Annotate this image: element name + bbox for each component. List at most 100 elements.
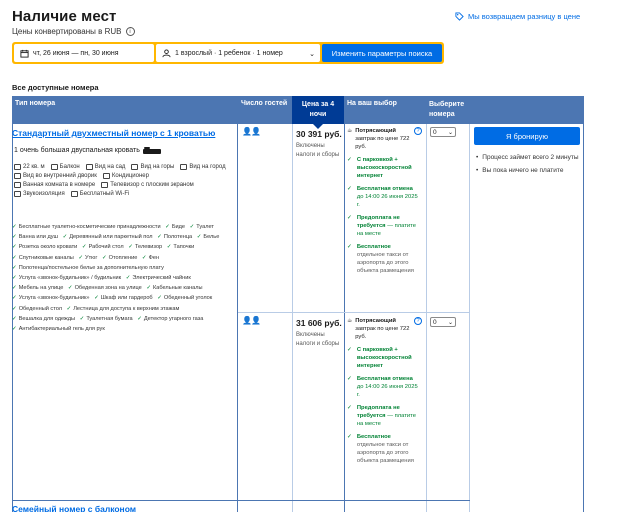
amenity-item: ✓ Тапочки [167,244,194,250]
bed-icon [142,146,161,154]
table-header: Тип номера Число гостей Цена за 4 ночи Н… [12,96,584,129]
amenity-label: Кабельные каналы [153,285,203,292]
breakfast-text: завтрак по цене 722 руб. [355,136,410,150]
th-price: Цена за 4 ночи [292,96,344,129]
amenity-item: ✓ Отопление [102,255,137,261]
amenity-item: ✓ Лестница для доступа к верхним этажам [67,306,180,312]
select-value: 0 [433,128,437,136]
room-name-link[interactable]: Семейный номер с балконом [12,504,136,512]
amenity-item: ✓ Электрический чайник [126,275,191,281]
taxi-item: ✓ Бесплатное отдельное такси от аэропорта… [347,433,425,465]
room-name-link[interactable]: Стандартный двухместный номер с 1 кроват… [12,128,215,138]
check-icon: ✓ [67,285,73,292]
feature-item: Вид на сад [85,164,126,170]
check-icon: ✓ [128,244,133,251]
price-value: 31 606 руб. [296,318,342,328]
person-icon [162,48,171,57]
check-icon: ✓ [189,224,195,230]
breakfast-text: завтрак по цене 722 руб. [355,326,410,340]
prepay-item: ✓ Предоплата не требуется — платите на ме… [347,214,425,238]
price-match-link[interactable]: Мы возвращаем разницу в цене [455,12,580,21]
feature-label: Телевизор с плоским экраном [110,182,194,188]
price-match-text: Мы возвращаем разницу в цене [468,12,581,21]
amenity-item: ✓ Услуга «звонок-будильник» / будильник [12,275,121,281]
check-icon: ✓ [196,234,202,241]
info-icon[interactable]: i [125,27,135,36]
parking-text: С парковкой + высокоскоростной интернет [356,157,412,179]
check-icon: ✓ [12,264,17,271]
amenity-label: Обеденный уголок [163,295,213,302]
check-icon: ✓ [12,234,17,241]
taxi-item: ✓ Бесплатное отдельное такси от аэропорта… [347,243,425,275]
help-icon[interactable]: ? [414,317,422,325]
date-range-text: чт, 26 июня — пн, 30 июня [33,49,119,57]
th-guests: Число гостей [241,100,288,107]
feature-label: Вид на город [189,164,226,170]
calendar-icon [20,49,29,58]
city-view-icon [180,164,188,170]
check-icon: ✓ [146,285,151,292]
date-picker[interactable]: чт, 26 июня — пн, 30 июня [14,44,154,62]
check-icon: ✓ [347,186,352,192]
feature-item: Вид на город [180,164,226,170]
amenity-item: ✓ Полотенца/постельное белье за дополните… [12,265,164,271]
choice-cell: ☕ Потрясающий завтрак по цене 722 руб. ✓ С … [347,127,425,280]
check-icon: ✓ [12,285,17,292]
amenity-label: Отопление [108,254,138,261]
taxi-title: Бесплатное [356,244,391,250]
col-divider [469,124,470,512]
check-icon: ✓ [101,254,107,261]
col-divider [292,124,293,512]
amenity-label: Детектор угарного газа [143,315,204,322]
page-title: Наличие мест [12,8,117,25]
check-icon: ✓ [66,305,72,312]
amenity-item: ✓ Фен [142,255,159,261]
cancel-text: до 14:00 26 июня 2025 г. [356,384,418,398]
help-icon[interactable]: ? [414,127,422,135]
price-cell: 30 391 руб. Включены налоги и сборы [296,129,344,159]
room-count-select[interactable]: 0 ⌄ [430,317,456,327]
guests-picker[interactable]: 1 взрослый · 1 ребенок · 1 номер ⌄ [156,44,320,62]
booking-note-text: Вы пока ничего не платите [482,167,564,174]
price-tag-icon [455,12,464,21]
feature-label: Вид на горы [140,164,175,170]
amenity-label: Рабочий стол [88,244,124,251]
amenity-label: Электрический чайник [132,275,191,282]
check-icon: ✓ [141,254,147,261]
row-divider [12,500,470,501]
price-cell: 31 606 руб. Включены налоги и сборы [296,318,344,348]
check-icon: ✓ [166,244,172,251]
reserve-button[interactable]: Я бронирую [474,127,580,145]
change-search-button[interactable]: Изменить параметры поиска [322,44,442,62]
amenity-item: ✓ Телевизор [128,244,162,250]
feature-item: Бесплатный Wi-Fi [70,191,129,197]
room-count-select[interactable]: 0 ⌄ [430,127,456,137]
mountain-view-icon [131,164,139,170]
snowflake-icon [102,173,110,179]
wifi-icon [70,191,78,197]
amenity-label: Ванна или душ [18,234,58,241]
feature-item: Кондиционер [102,173,149,179]
amenity-item: ✓ Утюг [78,255,97,261]
check-icon: ✓ [165,224,170,230]
amenity-label: Тапочки [173,244,195,251]
prepay-item: ✓ Предоплата не требуется — платите на ме… [347,404,425,428]
select-value: 0 [433,318,437,326]
check-icon: ✓ [12,224,17,230]
feature-label: 22 кв. м [23,164,45,170]
feature-label: Вид на сад [94,164,126,170]
area-icon [14,164,21,170]
amenity-item: ✓ Вешалка для одежды [12,316,75,322]
amenity-item: ✓ Мебель на улице [12,285,63,291]
amenity-item: ✓ Кабельные каналы [146,285,202,291]
amenity-label: Обеденный стол [18,305,62,312]
taxi-text: отдельное такси от аэропорта до этого об… [356,442,414,464]
amenity-label: Спутниковые каналы [18,254,74,261]
room-features: 22 кв. м Балкон Вид на сад Вид на горы В… [14,164,236,197]
taxi-title: Бесплатное [356,434,391,440]
amenity-label: Бесплатные туалетно-косметические принад… [18,224,161,230]
col-divider [583,124,584,512]
amenity-label: Вешалка для одежды [18,315,76,322]
amenity-item: ✓ Туалетная бумага [80,316,133,322]
amenity-label: Услуга «звонок-будильник» / будильник [18,275,122,282]
